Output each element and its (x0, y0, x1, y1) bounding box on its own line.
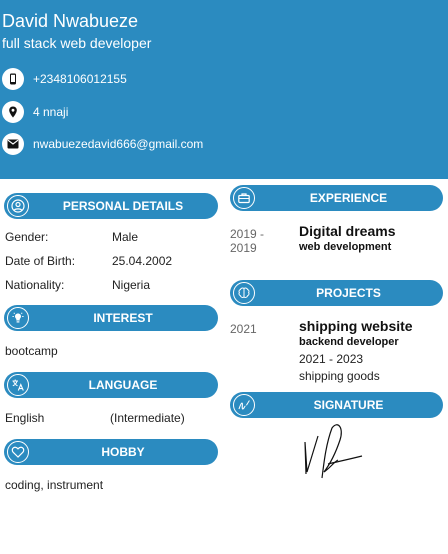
email-address[interactable]: nwabuezedavid666@gmail.com (33, 137, 203, 151)
experience-heading: EXPERIENCE (230, 185, 443, 211)
project-role: backend developer (299, 336, 399, 348)
signature-heading: SIGNATURE (230, 392, 443, 418)
experience-years-start: 2019 - (230, 227, 265, 241)
lightbulb-icon (7, 307, 29, 329)
language-name: English (5, 411, 45, 425)
interest-heading: INTEREST (4, 305, 218, 331)
dob-value: 25.04.2002 (112, 254, 173, 268)
experience-company: Digital dreams (299, 223, 396, 239)
nationality-label: Nationality: (5, 278, 65, 292)
contact-address: 4 nnaji (2, 101, 68, 123)
contact-phone: +2348106012155 (2, 68, 127, 90)
phone-number[interactable]: +2348106012155 (33, 72, 127, 86)
heart-icon (7, 441, 29, 463)
location-pin-icon (2, 101, 24, 123)
phone-icon (2, 68, 24, 90)
personal-details-heading: PERSONAL DETAILS (4, 193, 218, 219)
mail-icon (2, 133, 24, 155)
section-label: LANGUAGE (88, 378, 158, 392)
project-year: 2021 (230, 322, 257, 336)
gender-label: Gender: (5, 230, 49, 244)
profile-title: full stack web developer (2, 35, 152, 51)
projects-heading: PROJECTS (230, 280, 443, 306)
briefcase-icon (233, 187, 255, 209)
hobby-text: coding, instrument (5, 478, 104, 492)
project-name: shipping website (299, 318, 413, 334)
section-label: PERSONAL DETAILS (62, 199, 184, 213)
brain-icon (233, 282, 255, 304)
user-circle-icon (7, 195, 29, 217)
experience-years-end: 2019 (230, 241, 257, 255)
section-label: PROJECTS (316, 286, 381, 300)
section-label: EXPERIENCE (309, 191, 388, 205)
section-label: SIGNATURE (313, 398, 384, 412)
handwritten-signature (304, 424, 363, 479)
language-level: (Intermediate) (110, 411, 185, 425)
profile-header: David Nwabueze full stack web developer … (0, 0, 448, 179)
language-heading: LANGUAGE (4, 372, 218, 398)
signature-pen-icon (233, 394, 255, 416)
contact-email: nwabuezedavid666@gmail.com (2, 133, 203, 155)
project-description: shipping goods (299, 369, 380, 383)
project-period: 2021 - 2023 (299, 352, 364, 366)
experience-role: web development (299, 241, 392, 253)
section-label: HOBBY (101, 445, 145, 459)
hobby-heading: HOBBY (4, 439, 218, 465)
dob-label: Date of Birth: (5, 254, 76, 268)
translate-icon (7, 374, 29, 396)
address-text: 4 nnaji (33, 105, 69, 119)
section-label: INTEREST (93, 311, 153, 325)
gender-value: Male (112, 230, 139, 244)
nationality-value: Nigeria (112, 278, 151, 292)
interest-text: bootcamp (5, 344, 58, 358)
profile-name: David Nwabueze (2, 11, 139, 31)
